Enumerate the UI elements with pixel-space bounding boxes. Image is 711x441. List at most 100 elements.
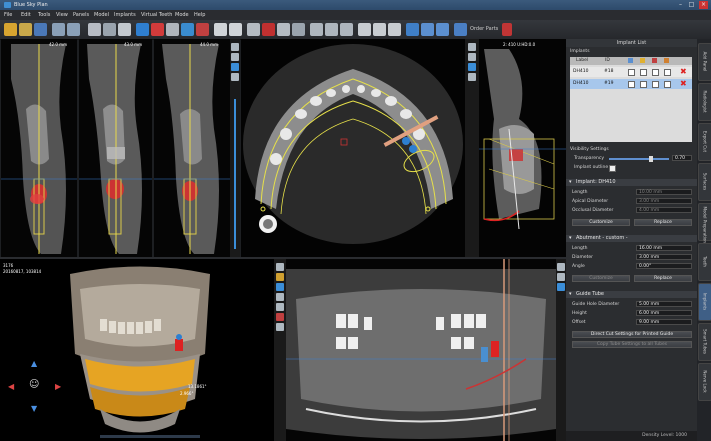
zoom-icon[interactable] [247,23,260,36]
implant-row[interactable]: DH410 #19 ✖ [570,79,692,89]
abutment-angle-field[interactable]: 0.00° [636,263,692,269]
tab-export-cut[interactable]: Export Cut [698,123,711,161]
sync-icon[interactable] [231,53,239,61]
tooth-icon[interactable] [118,23,131,36]
help-icon[interactable] [502,23,512,36]
select-icon[interactable] [214,23,227,36]
3d-tool-icon-1[interactable] [276,263,284,271]
grid-icon[interactable] [103,23,116,36]
measure-icon[interactable] [166,23,179,36]
axial-view-icon[interactable] [468,43,476,51]
pan-icon[interactable] [229,23,242,36]
abutment-customize-button[interactable]: Customize [572,275,630,282]
3d-tool-icon-6[interactable] [276,313,284,321]
guide-height-field[interactable]: 6.00 mm [636,310,692,316]
menu-file[interactable]: File [4,12,12,18]
implant-row-lock-checkbox[interactable] [640,81,647,88]
slice-icon[interactable] [277,23,290,36]
transparency-value[interactable]: 0.70 [672,155,692,161]
delete-implant-icon[interactable]: ✖ [680,79,687,88]
contrast-icon[interactable] [292,23,305,36]
save-icon[interactable] [34,23,47,36]
cursor-icon[interactable] [421,23,434,36]
copy-tube-settings-button[interactable]: Copy Tube Settings to all Tubes [572,341,692,348]
tab-smart-tubes[interactable]: Smart Tubes [698,323,711,361]
axial-view[interactable] [241,39,465,257]
delete-implant-icon[interactable]: ✖ [680,67,687,76]
implant-row-tube-checkbox[interactable] [664,81,671,88]
implant-row[interactable]: DH410 #18 ✖ [570,67,692,77]
transparency-slider[interactable] [609,158,669,160]
direct-cut-settings-button[interactable]: Direct Cut Settings for Printed Guide [572,331,692,338]
nav-up-arrow-icon[interactable]: ▲ [31,359,37,368]
implant-outline-checkbox[interactable] [609,165,616,172]
apical-diameter-field[interactable]: 3.00 mm [636,198,692,204]
view-3d[interactable]: 3176 20160817, 103814 13.1861° 2.966° ▲ … [0,259,274,441]
guide-tube-section-header[interactable]: ▾ Guide Tube [566,291,697,298]
ruler-icon[interactable] [358,23,371,36]
angle-icon[interactable] [388,23,401,36]
menu-mode[interactable]: Mode [175,12,189,18]
abutment-section-header[interactable]: ▾ Abutment - custom - [566,235,697,242]
implant-row-guide-checkbox[interactable] [652,81,659,88]
cross-section-view-3[interactable]: 44.0 mm [154,39,230,257]
tab-radiologist[interactable]: Radiologist [698,83,711,121]
scale-icon[interactable] [340,23,353,36]
nerve-icon[interactable] [151,23,164,36]
sagittal-view[interactable]: 2: 410 U:HD:0.0 [479,39,566,257]
cross-section-view-2[interactable]: 43.0 mm [79,39,152,257]
transparency-slider-handle[interactable] [649,156,653,162]
menu-edit[interactable]: Edit [21,12,31,18]
layout-icon[interactable] [88,23,101,36]
nav-left-arrow-icon[interactable]: ◀ [8,382,14,391]
refresh-icon[interactable] [406,23,419,36]
maximize-icon[interactable]: □ [687,1,696,9]
menu-implants[interactable]: Implants [114,12,136,18]
axial-blue-icon[interactable] [468,63,476,71]
abutment-replace-button[interactable]: Replace [634,275,692,282]
occlusal-diameter-field[interactable]: 4.00 mm [636,207,692,213]
open-folder-icon[interactable] [4,23,17,36]
view-tool-icon[interactable] [231,43,239,51]
print-guide-icon[interactable] [436,23,449,36]
3d-tool-icon-4[interactable] [276,293,284,301]
implant-row-guide-checkbox[interactable] [652,69,659,76]
tab-add-panel[interactable]: Add Panel [698,43,711,81]
implant-row-lock-checkbox[interactable] [640,69,647,76]
3d-slider[interactable] [100,435,200,438]
tab-model-preparation[interactable]: Model Preparation [698,203,711,243]
guide-offset-field[interactable]: 9.00 mm [636,319,692,325]
guide-hole-diameter-field[interactable]: 5.00 mm [636,301,692,307]
menu-view[interactable]: View [56,12,68,18]
implant-row-tube-checkbox[interactable] [664,69,671,76]
minimize-icon[interactable]: – [676,1,685,9]
implant-row-visible-checkbox[interactable] [628,69,635,76]
implant-icon[interactable] [136,23,149,36]
nav-right-arrow-icon[interactable]: ▶ [55,382,61,391]
implant-length-field[interactable]: 10.00 mm [636,189,692,195]
menu-model[interactable]: Model [94,12,109,18]
order-parts-icon[interactable] [454,23,467,36]
tab-nerve-lock[interactable]: Nerve Lock [698,363,711,401]
3d-tool-icon-2[interactable] [276,273,284,281]
3d-tool-icon-7[interactable] [276,323,284,331]
menu-panels[interactable]: Panels [73,12,89,18]
3d-tool-icon-3[interactable] [276,283,284,291]
menu-tools[interactable]: Tools [38,12,50,18]
implant-section-header[interactable]: ▾ Implant: DH410 [566,179,697,186]
pano-tool-icon-1[interactable] [557,263,565,271]
crown-icon[interactable] [196,23,209,36]
measure-tool-icon[interactable] [231,73,239,81]
axial-sync-icon[interactable] [468,53,476,61]
curve-icon[interactable] [262,23,275,36]
pencil-icon[interactable] [373,23,386,36]
order-parts-label[interactable]: Order Parts [470,26,498,32]
move-icon[interactable] [325,23,338,36]
panoramic-view[interactable] [286,259,556,441]
close-icon[interactable]: × [699,1,708,9]
rotate-icon[interactable] [310,23,323,36]
abutment-diameter-field[interactable]: 3.00 mm [636,254,692,260]
teeth-icon[interactable] [181,23,194,36]
slice-slider[interactable] [234,99,236,249]
pano-tool-icon-2[interactable] [557,273,565,281]
